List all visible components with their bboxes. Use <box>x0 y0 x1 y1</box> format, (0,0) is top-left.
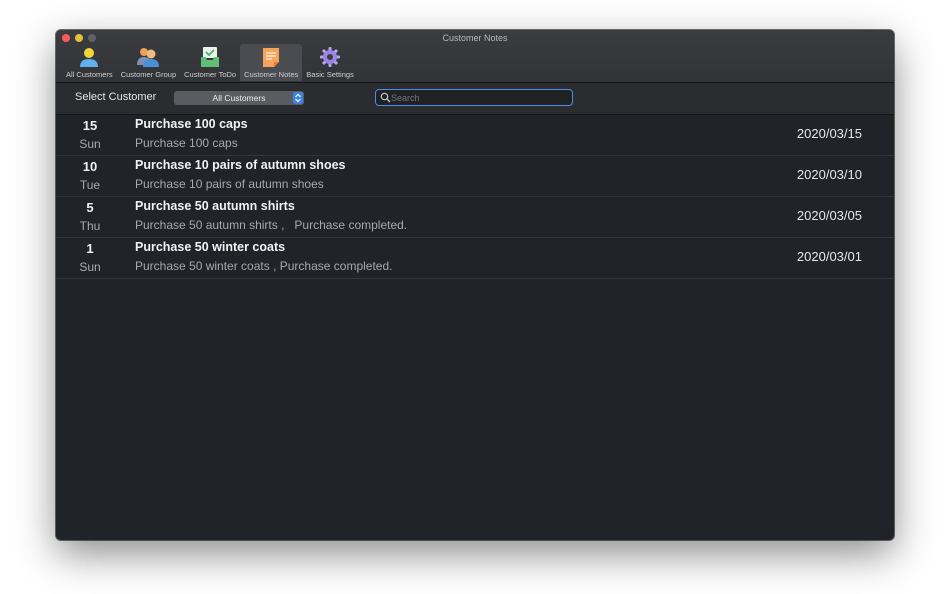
note-weekday: Sun <box>79 260 101 274</box>
toolbar-label: Basic Settings <box>306 70 354 79</box>
toolbar: All Customers Customer Group Customer To… <box>62 44 358 81</box>
note-title: Purchase 50 autumn shirts <box>135 199 295 213</box>
notes-icon <box>263 48 280 67</box>
toolbar-customer-group[interactable]: Customer Group <box>117 44 180 81</box>
note-weekday: Tue <box>79 178 101 192</box>
note-day: 1 <box>86 241 94 256</box>
note-description: Purchase 100 caps <box>135 136 238 150</box>
note-weekday: Thu <box>79 219 101 233</box>
person-icon <box>80 48 99 67</box>
note-description: Purchase 50 winter coats , Purchase comp… <box>135 259 393 273</box>
search-input[interactable] <box>391 90 566 105</box>
note-date: 2020/03/10 <box>796 167 862 182</box>
group-icon <box>137 48 160 67</box>
gear-icon <box>320 47 341 67</box>
toolbar-all-customers[interactable]: All Customers <box>62 44 117 81</box>
note-weekday: Sun <box>79 137 101 151</box>
filter-bar: Select Customer All Customers <box>56 83 894 115</box>
toolbar-label: All Customers <box>66 70 113 79</box>
todo-inbox-icon <box>201 47 220 67</box>
note-description: Purchase 50 autumn shirts , Purchase com… <box>135 218 408 232</box>
title-bar: Customer Notes All Customers Customer Gr… <box>56 30 894 83</box>
note-row[interactable]: 10 Tue Purchase 10 pairs of autumn shoes… <box>56 156 894 197</box>
note-row[interactable]: 1 Sun Purchase 50 winter coats Purchase … <box>56 238 894 279</box>
toolbar-label: Customer Group <box>120 70 177 79</box>
note-day: 10 <box>82 159 98 174</box>
note-date: 2020/03/01 <box>796 249 862 264</box>
customer-select-value: All Customers <box>212 93 266 103</box>
search-icon <box>380 92 391 103</box>
app-window: Customer Notes All Customers Customer Gr… <box>56 30 894 540</box>
note-title: Purchase 10 pairs of autumn shoes <box>135 158 346 172</box>
updown-chevron-icon <box>293 92 303 104</box>
note-description: Purchase 10 pairs of autumn shoes <box>135 177 324 191</box>
customer-select[interactable]: All Customers <box>174 91 304 105</box>
note-title: Purchase 50 winter coats <box>135 240 286 254</box>
search-box[interactable] <box>375 89 573 106</box>
toolbar-customer-notes[interactable]: Customer Notes <box>240 44 303 81</box>
toolbar-label: Customer Notes <box>244 70 299 79</box>
notes-list: 15 Sun Purchase 100 caps Purchase 100 ca… <box>56 115 894 279</box>
note-date: 2020/03/05 <box>796 208 862 223</box>
toolbar-basic-settings[interactable]: Basic Settings <box>302 44 358 81</box>
note-title: Purchase 100 caps <box>135 117 248 131</box>
note-row[interactable]: 15 Sun Purchase 100 caps Purchase 100 ca… <box>56 115 894 156</box>
note-date: 2020/03/15 <box>796 126 862 141</box>
toolbar-label: Customer ToDo <box>184 70 237 79</box>
window-title: Customer Notes <box>442 33 508 43</box>
select-customer-label: Select Customer <box>75 91 157 103</box>
toolbar-customer-todo[interactable]: Customer ToDo <box>180 44 240 81</box>
note-day: 15 <box>82 118 98 133</box>
note-row[interactable]: 5 Thu Purchase 50 autumn shirts Purchase… <box>56 197 894 238</box>
note-day: 5 <box>86 200 94 215</box>
